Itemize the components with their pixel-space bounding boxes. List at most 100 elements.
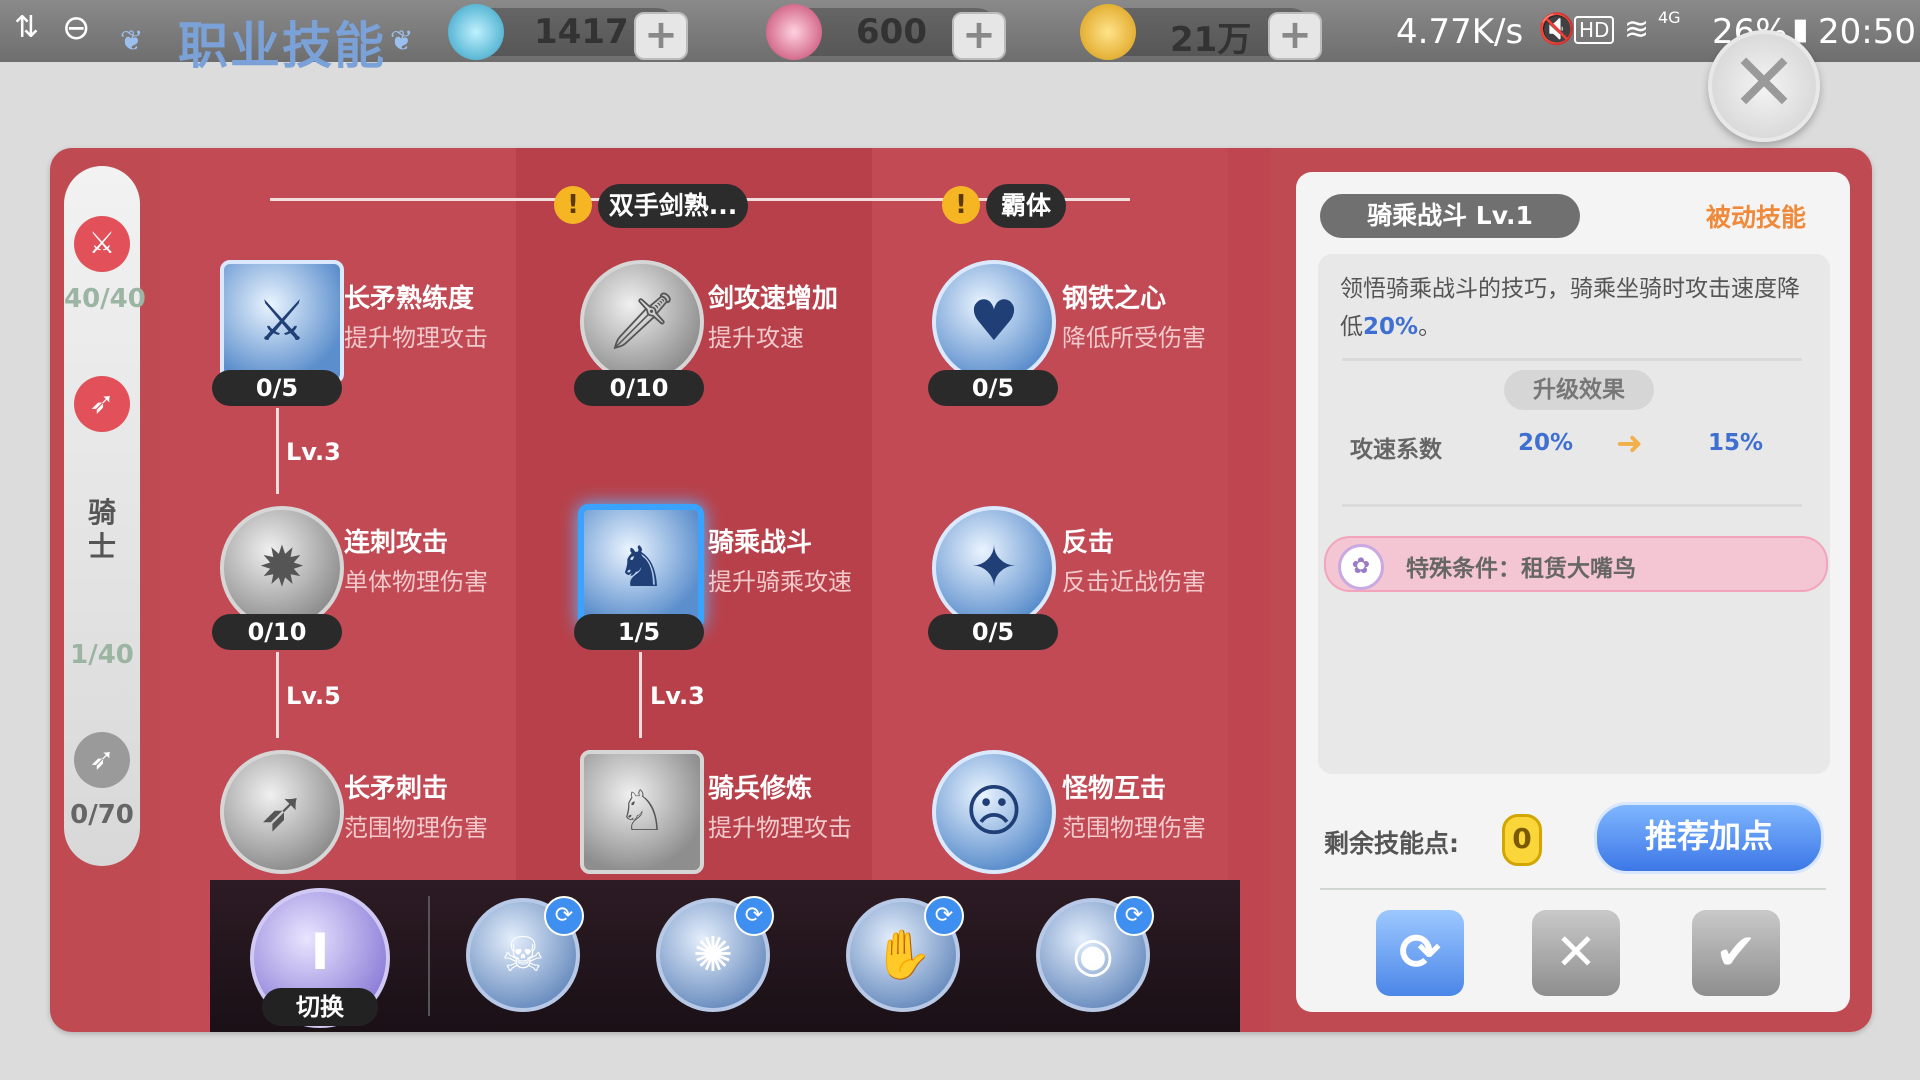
skill-desc: 提升物理攻击	[708, 814, 852, 842]
skill-desc: 降低所受伤害	[1062, 324, 1206, 352]
class-sidebar: ⚔ 40/40 ➶ 骑士 1/40 ➶ 0/70	[64, 166, 146, 866]
switch-label: 切换	[262, 988, 378, 1026]
column-header-super-armor[interactable]: 霸体	[986, 184, 1066, 228]
tab-count: 1/40	[70, 640, 134, 670]
detail-title: 骑乘战斗 Lv.1	[1320, 194, 1580, 238]
check-icon: ✔	[1715, 923, 1757, 981]
skill-name: 钢铁之心	[1062, 284, 1167, 314]
mute-icon: 🔇	[1538, 12, 1576, 47]
skill-name: 长矛刺击	[344, 774, 449, 804]
add-diamond-button[interactable]: +	[634, 12, 688, 60]
skill-name: 长矛熟练度	[344, 284, 475, 314]
class-label: 骑士	[87, 496, 116, 563]
skill-desc: 提升攻速	[708, 324, 804, 352]
feather-count: 600	[856, 12, 927, 52]
close-icon: ✕	[1555, 923, 1597, 981]
skill-name: 连刺攻击	[344, 528, 449, 558]
cancel-button[interactable]: ✕	[1532, 910, 1620, 996]
skill-desc: 提升骑乘攻速	[708, 568, 852, 596]
remaining-points-label: 剩余技能点:	[1324, 829, 1459, 858]
skill-desc: 范围物理伤害	[344, 814, 488, 842]
skill-count: 0/10	[212, 614, 342, 650]
warning-icon: !	[554, 186, 592, 224]
skill-mounted-combat[interactable]: ♞	[578, 504, 704, 630]
page-title: 职业技能	[178, 17, 386, 75]
special-condition: ✿ 特殊条件：租赁大嘴鸟	[1324, 536, 1828, 592]
sword-icon: 🗡	[606, 289, 678, 354]
net-speed: 4.77K/s	[1396, 12, 1524, 52]
power-up-icon: ✺	[692, 927, 734, 983]
steel-heart-icon: ♥	[968, 289, 1020, 354]
bar-divider	[428, 896, 430, 1016]
skill-name: 骑乘战斗	[708, 528, 813, 558]
desc-suffix: 。	[1418, 314, 1442, 340]
confirm-button[interactable]: ✔	[1692, 910, 1780, 996]
skull-sword-icon: ☠	[501, 927, 545, 983]
tab-count: 0/70	[70, 800, 134, 830]
mount-icon: ♞	[615, 535, 667, 600]
diamond-count: 1417	[534, 12, 629, 52]
swap-icon[interactable]: ⟳	[1114, 896, 1154, 936]
swap-icon[interactable]: ⟳	[924, 896, 964, 936]
level-requirement: Lv.5	[286, 682, 341, 710]
data-transfer-icon: ⇅	[14, 10, 40, 45]
level-requirement: Lv.3	[286, 438, 341, 466]
hd-badge: HD	[1574, 16, 1615, 44]
skill-count: 0/5	[928, 370, 1058, 406]
counter-icon: ✦	[970, 535, 1018, 600]
divider	[1342, 358, 1802, 361]
burst-icon: ✹	[258, 535, 306, 600]
skill-name: 反击	[1062, 528, 1115, 558]
spear-stab-icon: ➶	[258, 779, 306, 844]
detail-box: 领悟骑乘战斗的技巧，骑乘坐骑时攻击速度降低20%。 升级效果 攻速系数 20% …	[1318, 254, 1830, 774]
skill-description: 领悟骑乘战斗的技巧，骑乘坐骑时攻击速度降低20%。	[1340, 270, 1810, 346]
skill-monster-clash[interactable]: ☹	[932, 750, 1056, 874]
paw-icon: ✿	[1338, 544, 1384, 590]
skill-sword-attack-speed[interactable]: 🗡	[580, 260, 704, 384]
skill-desc: 反击近战伤害	[1062, 568, 1206, 596]
stat-name: 攻速系数	[1350, 437, 1442, 463]
wing-right-icon: ❦	[390, 24, 414, 57]
divider	[1320, 888, 1826, 890]
skill-heart-of-steel[interactable]: ♥	[932, 260, 1056, 384]
close-button[interactable]: ✕	[1708, 30, 1820, 142]
skill-count: 0/10	[574, 370, 704, 406]
refresh-icon: ⟳	[1399, 923, 1441, 981]
skill-type: 被动技能	[1706, 203, 1807, 232]
wifi-icon: ≋	[1624, 12, 1650, 47]
swap-icon[interactable]: ⟳	[734, 896, 774, 936]
reset-button[interactable]: ⟳	[1376, 910, 1464, 996]
skill-detail-panel: 骑乘战斗 Lv.1 被动技能 领悟骑乘战斗的技巧，骑乘坐骑时攻击速度降低20%。…	[1296, 172, 1850, 1012]
top-bar: ⇅ ⊖ ❦ 职业技能 ❦ 1417 + 600 + 21万 + 4.77K/s …	[0, 0, 1920, 75]
condition-text: 特殊条件：租赁大嘴鸟	[1406, 556, 1636, 582]
wing-left-icon: ❦	[120, 24, 144, 57]
remaining-points-value: 0	[1502, 814, 1542, 866]
skill-spear-stab[interactable]: ➶	[220, 750, 344, 874]
ghost-icon: ☹	[964, 779, 1024, 844]
claw-icon: ✋	[873, 927, 933, 983]
swap-icon[interactable]: ⟳	[544, 896, 584, 936]
skill-thrust-attack[interactable]: ✹	[220, 506, 344, 630]
lance-icon[interactable]: ➶	[74, 376, 130, 432]
sword-icon[interactable]: ⚔	[74, 216, 130, 272]
skill-name: 剑攻速增加	[708, 284, 839, 314]
skill-desc: 提升物理攻击	[344, 324, 488, 352]
level-requirement: Lv.3	[650, 682, 705, 710]
arrow-right-icon: ➜	[1616, 424, 1643, 462]
lance-locked-icon[interactable]: ➶	[74, 732, 130, 788]
tree-connector	[276, 408, 279, 494]
tree-connector	[276, 652, 279, 738]
skill-counter[interactable]: ✦	[932, 506, 1056, 630]
skill-count: 0/5	[212, 370, 342, 406]
skill-long-spear-mastery[interactable]: ⚔	[220, 260, 344, 384]
column-header-two-hand-sword[interactable]: 双手剑熟...	[598, 184, 748, 228]
skill-name: 骑兵修炼	[708, 774, 813, 804]
orb-icon: ◉	[1072, 927, 1114, 983]
recommend-button[interactable]: 推荐加点	[1594, 802, 1824, 874]
add-feather-button[interactable]: +	[952, 12, 1006, 60]
add-gold-button[interactable]: +	[1268, 12, 1322, 60]
skill-cavalry-training[interactable]: ♘	[580, 750, 704, 874]
gold-count: 21万	[1170, 20, 1252, 60]
warning-icon: !	[942, 186, 980, 224]
stat-to: 15%	[1708, 430, 1764, 456]
